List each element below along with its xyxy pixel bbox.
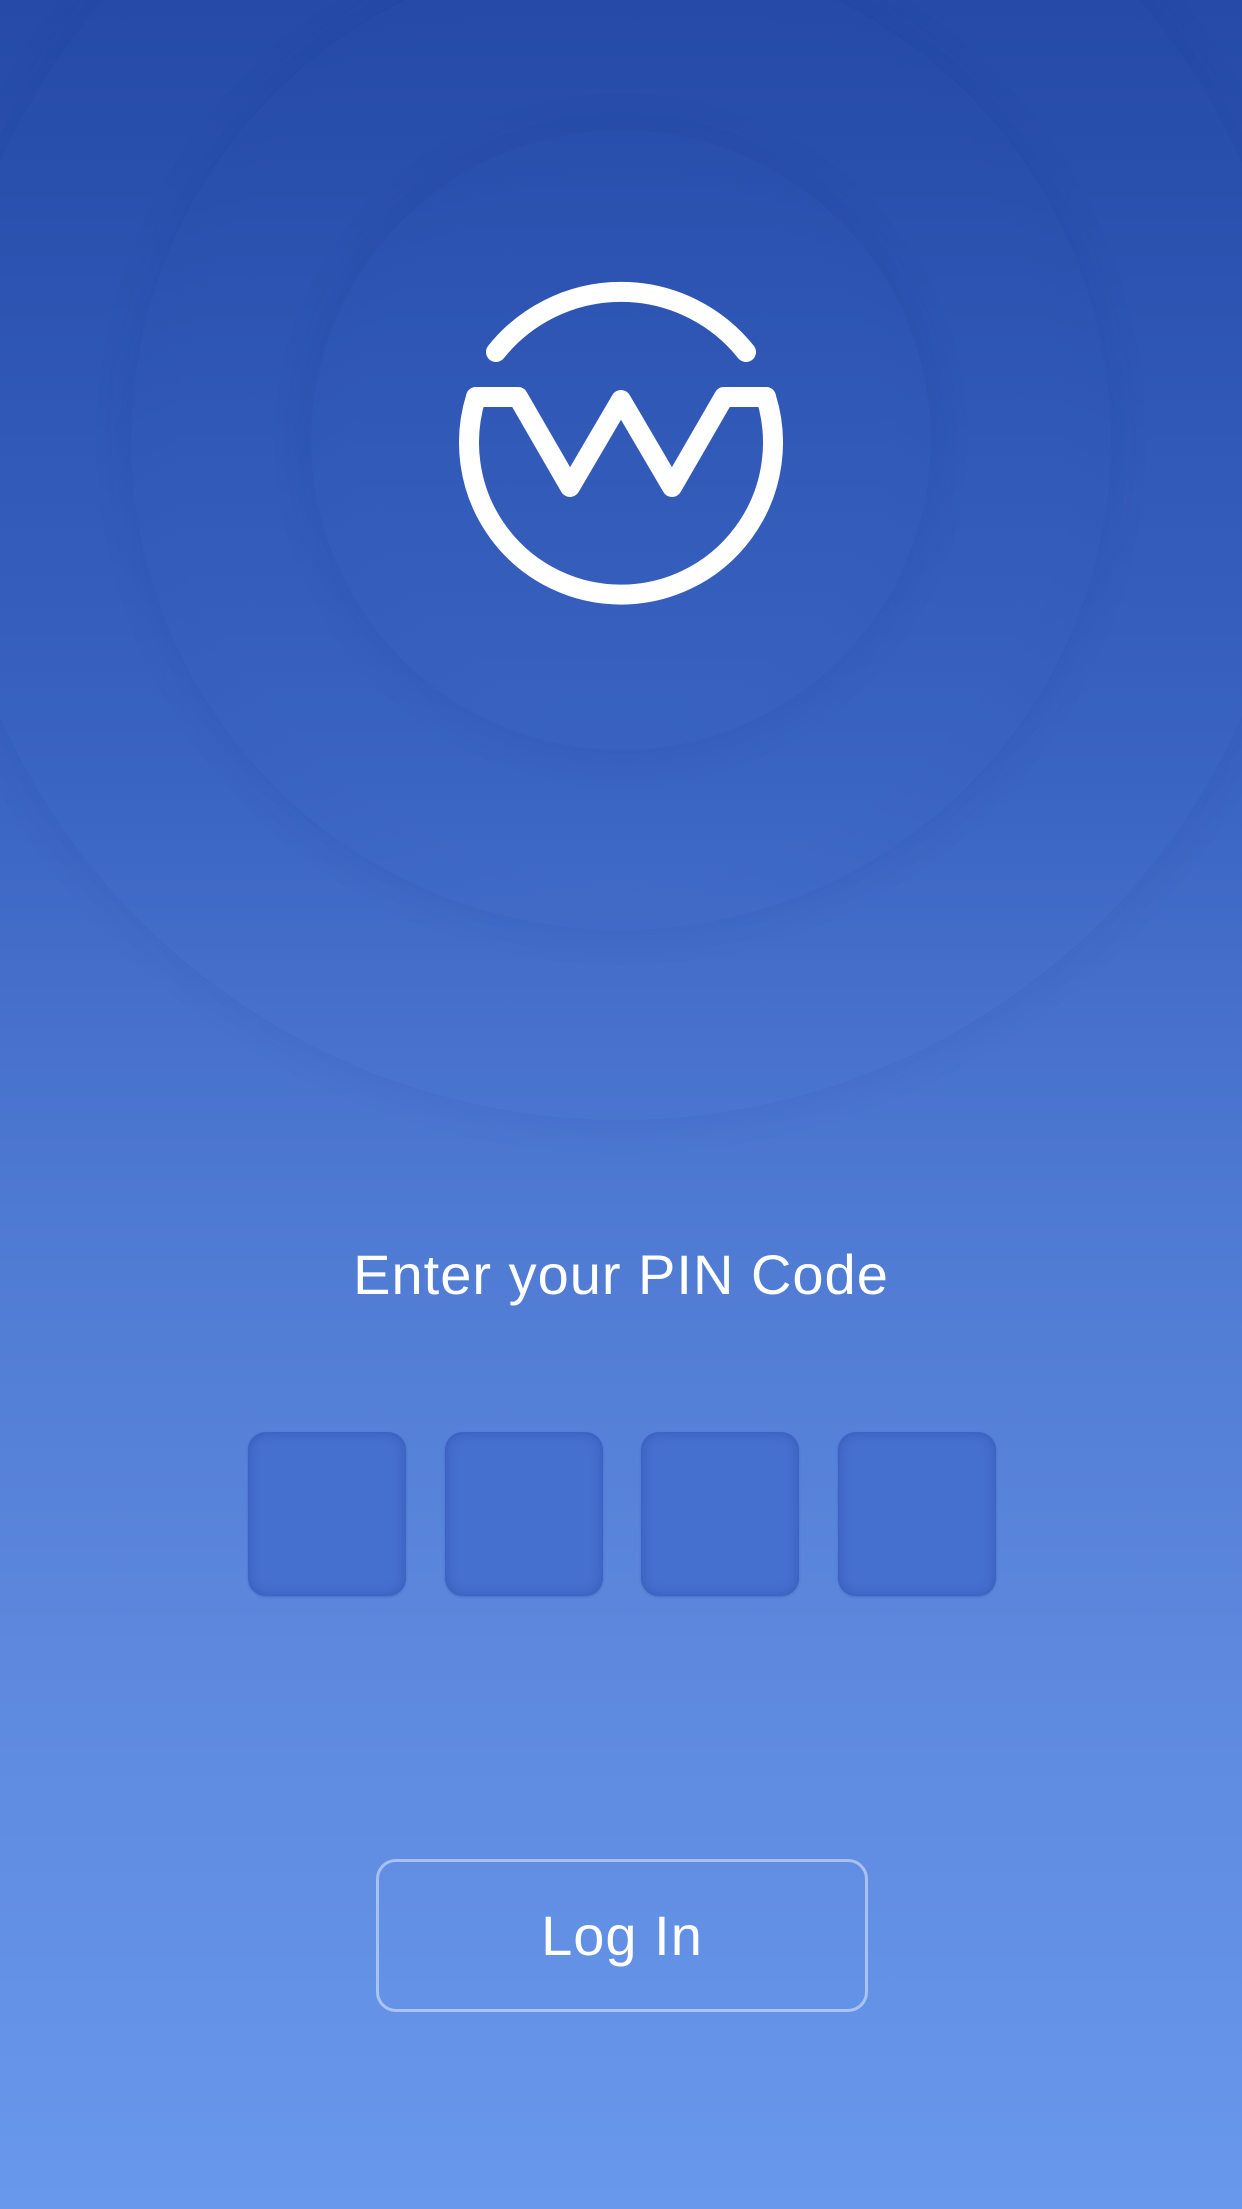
pin-input-group bbox=[248, 1432, 996, 1596]
pin-digit-3[interactable] bbox=[641, 1432, 800, 1596]
pin-digit-4[interactable] bbox=[837, 1432, 996, 1596]
pin-digit-1[interactable] bbox=[248, 1432, 406, 1596]
login-button[interactable]: Log In bbox=[376, 1859, 868, 2012]
pin-digit-2[interactable] bbox=[444, 1432, 603, 1596]
w-circle-logo-icon bbox=[459, 281, 783, 605]
pin-prompt-label: Enter your PIN Code bbox=[353, 1243, 889, 1306]
pin-login-screen: Enter your PIN Code Log In bbox=[0, 0, 1242, 2209]
